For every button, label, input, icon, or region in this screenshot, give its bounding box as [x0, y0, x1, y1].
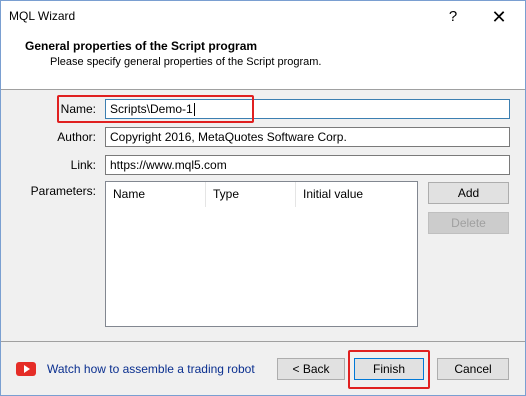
link-field[interactable]: https://www.mql5.com [105, 155, 510, 175]
add-button[interactable]: Add [428, 182, 509, 204]
watch-video-link[interactable]: Watch how to assemble a trading robot [47, 362, 255, 376]
link-label: Link: [70, 158, 96, 172]
wizard-header: General properties of the Script program… [1, 31, 525, 90]
parameters-label: Parameters: [30, 184, 96, 198]
window-title: MQL Wizard [9, 9, 76, 23]
column-initial-value[interactable]: Initial value [296, 182, 417, 207]
parameters-list[interactable]: Name Type Initial value [105, 181, 418, 327]
cancel-button[interactable]: Cancel [437, 358, 509, 380]
column-type[interactable]: Type [206, 182, 296, 207]
column-name[interactable]: Name [106, 182, 206, 207]
title-bar: MQL Wizard ? ✕ [1, 1, 525, 31]
author-field[interactable]: Copyright 2016, MetaQuotes Software Corp… [105, 127, 510, 147]
close-button[interactable]: ✕ [477, 4, 521, 30]
delete-button[interactable]: Delete [428, 212, 509, 234]
name-highlight-box [57, 95, 254, 123]
mql-wizard-window: MQL Wizard ? ✕ General properties of the… [0, 0, 526, 396]
footer-divider [1, 341, 525, 342]
youtube-play-icon[interactable] [16, 362, 36, 376]
back-button[interactable]: < Back [277, 358, 345, 380]
author-label: Author: [57, 130, 96, 144]
page-title: General properties of the Script program [25, 39, 258, 53]
help-button[interactable]: ? [441, 6, 465, 28]
finish-highlight-box [348, 350, 430, 389]
page-subtitle: Please specify general properties of the… [50, 56, 322, 68]
